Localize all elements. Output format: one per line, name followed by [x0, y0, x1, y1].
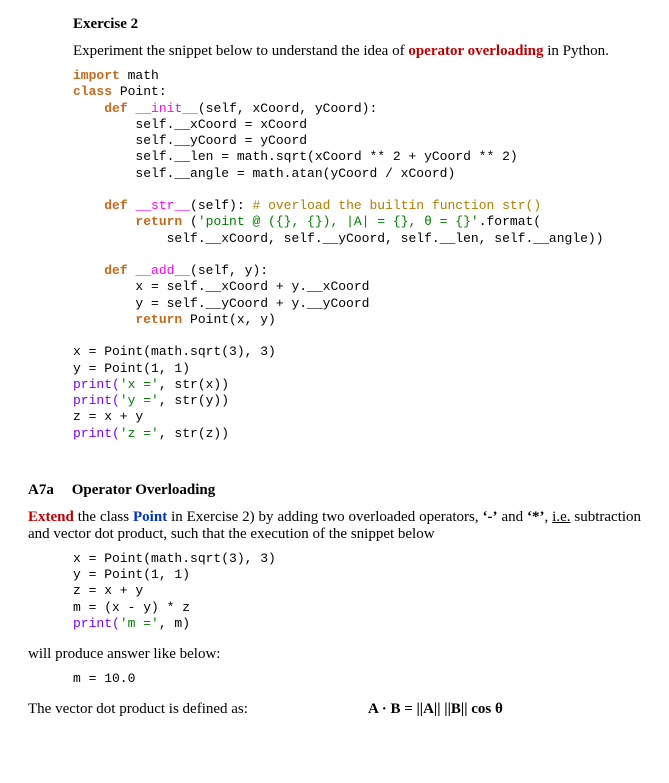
- intro-text-post: in Python.: [543, 43, 608, 59]
- print-x-call: print(: [73, 377, 120, 392]
- print-y-call: print(: [73, 393, 120, 408]
- kw-import: import: [73, 68, 120, 83]
- kw-def-str: def: [104, 198, 127, 213]
- intro-emphasis: operator overloading: [408, 43, 543, 59]
- print-x-str: 'x =': [120, 377, 159, 392]
- kw-def-add: def: [104, 263, 127, 278]
- print-z-call: print(: [73, 426, 120, 441]
- print-z-str: 'z =': [120, 426, 159, 441]
- a7a-output: m = 10.0: [73, 671, 135, 686]
- will-produce-text: will produce answer like below:: [28, 646, 641, 663]
- main-2: y = Point(1, 1): [73, 361, 190, 376]
- a7a-label: A7a: [28, 482, 68, 499]
- return-point: Point(x, y): [182, 312, 276, 327]
- a7a-c4: m = (x - y) * z: [73, 600, 190, 615]
- exercise-2-code-block: import math class Point: def __init__(se…: [28, 68, 641, 442]
- dunder-str: __str__: [135, 198, 190, 213]
- word-extend: Extend: [28, 509, 74, 525]
- add-sig: (self, y):: [190, 263, 268, 278]
- dot-product-formula: A · B = ||A|| ||B|| cos θ: [368, 701, 503, 718]
- a7a-print-rest: , m): [159, 616, 190, 631]
- op-star: ‘*’: [527, 509, 545, 525]
- init-body-3: self.__len = math.sqrt(xCoord ** 2 + yCo…: [135, 149, 517, 164]
- kw-return-add: return: [135, 312, 182, 327]
- str-sig: (self):: [190, 198, 252, 213]
- a7a-code-block: x = Point(math.sqrt(3), 3) y = Point(1, …: [28, 551, 641, 632]
- print-x-rest: , str(x)): [159, 377, 229, 392]
- dunder-add: __add__: [135, 263, 190, 278]
- return-paren: (: [182, 214, 198, 229]
- str-comment: # overload the builtin function str(): [252, 198, 541, 213]
- kw-class: class: [73, 84, 112, 99]
- print-y-rest: , str(y)): [159, 393, 229, 408]
- a7a-p2: in Exercise 2) by adding two overloaded …: [167, 509, 482, 525]
- a7a-title: Operator Overloading: [72, 482, 215, 498]
- a7a-p1: the class: [74, 509, 133, 525]
- a7a-and: and: [498, 509, 527, 525]
- a7a-c3: z = x + y: [73, 583, 143, 598]
- word-ie: i.e.: [552, 509, 570, 525]
- add-body-1: x = self.__xCoord + y.__xCoord: [135, 279, 369, 294]
- class-point: Point:: [112, 84, 167, 99]
- a7a-heading: A7a Operator Overloading: [28, 482, 641, 499]
- main-5: z = x + y: [73, 409, 143, 424]
- exercise-2-heading: Exercise 2: [28, 16, 641, 33]
- add-body-2: y = self.__yCoord + y.__yCoord: [135, 296, 369, 311]
- word-point: Point: [133, 509, 167, 525]
- kw-return-str: return: [135, 214, 182, 229]
- a7a-output-block: m = 10.0: [28, 671, 641, 687]
- init-sig: (self, xCoord, yCoord):: [198, 101, 377, 116]
- format-args: self.__xCoord, self.__yCoord, self.__len…: [167, 231, 604, 246]
- dot-product-text: The vector dot product is defined as:: [28, 701, 248, 718]
- dunder-init: __init__: [135, 101, 197, 116]
- op-minus: ‘-’: [483, 509, 498, 525]
- a7a-c1: x = Point(math.sqrt(3), 3): [73, 551, 276, 566]
- init-body-1: self.__xCoord = xCoord: [135, 117, 307, 132]
- a7a-comma: ,: [545, 509, 553, 525]
- intro-text-pre: Experiment the snippet below to understa…: [73, 43, 408, 59]
- print-y-str: 'y =': [120, 393, 159, 408]
- init-body-4: self.__angle = math.atan(yCoord / xCoord…: [135, 166, 455, 181]
- a7a-print-str: 'm =': [120, 616, 159, 631]
- dot-product-line: The vector dot product is defined as: A …: [28, 701, 641, 718]
- a7a-paragraph: Extend the class Point in Exercise 2) by…: [28, 509, 641, 543]
- mod-math: math: [120, 68, 159, 83]
- format-call: .format(: [479, 214, 541, 229]
- init-body-2: self.__yCoord = yCoord: [135, 133, 307, 148]
- main-1: x = Point(math.sqrt(3), 3): [73, 344, 276, 359]
- a7a-c2: y = Point(1, 1): [73, 567, 190, 582]
- kw-def-init: def: [104, 101, 127, 116]
- print-z-rest: , str(z)): [159, 426, 229, 441]
- format-string: 'point @ ({}, {}), |A| = {}, θ = {}': [198, 214, 479, 229]
- a7a-print-call: print(: [73, 616, 120, 631]
- exercise-2-intro: Experiment the snippet below to understa…: [28, 43, 641, 60]
